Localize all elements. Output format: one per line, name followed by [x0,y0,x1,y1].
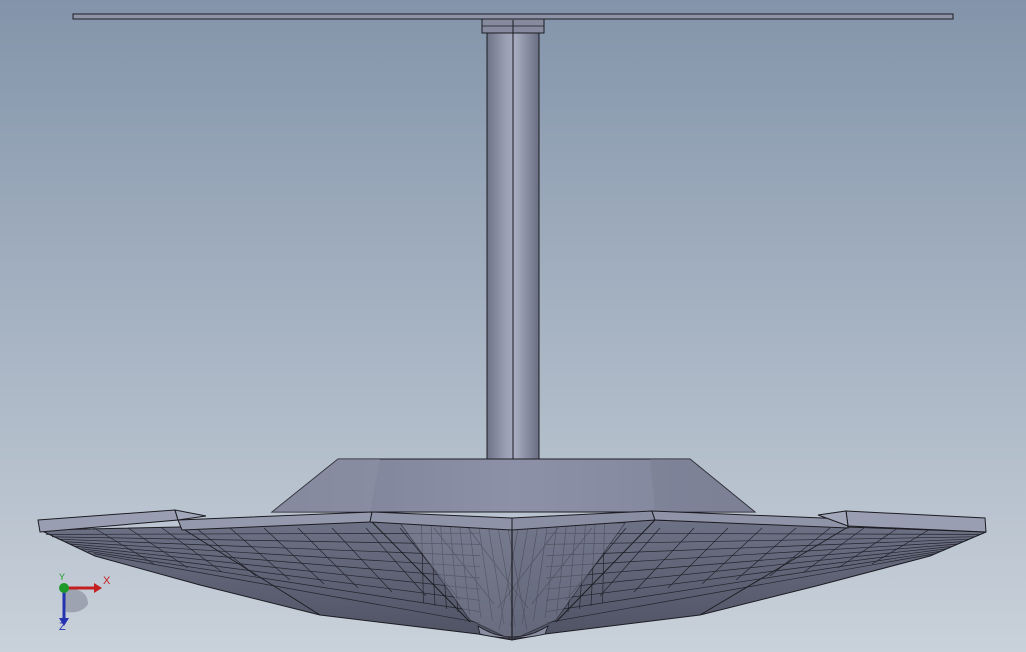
model-scene[interactable] [0,0,1026,652]
cad-viewport[interactable]: X Y Z [0,0,1026,652]
petal-underside-mesh[interactable] [39,519,987,641]
support-column[interactable] [486,20,540,462]
coordinate-triad: X Y Z [48,572,118,636]
triad-y-label: Y [59,572,66,582]
base-plinth[interactable] [270,458,757,513]
top-plate[interactable] [72,13,954,20]
triad-z-label: Z [59,621,66,633]
triad-x-label: X [103,575,111,587]
